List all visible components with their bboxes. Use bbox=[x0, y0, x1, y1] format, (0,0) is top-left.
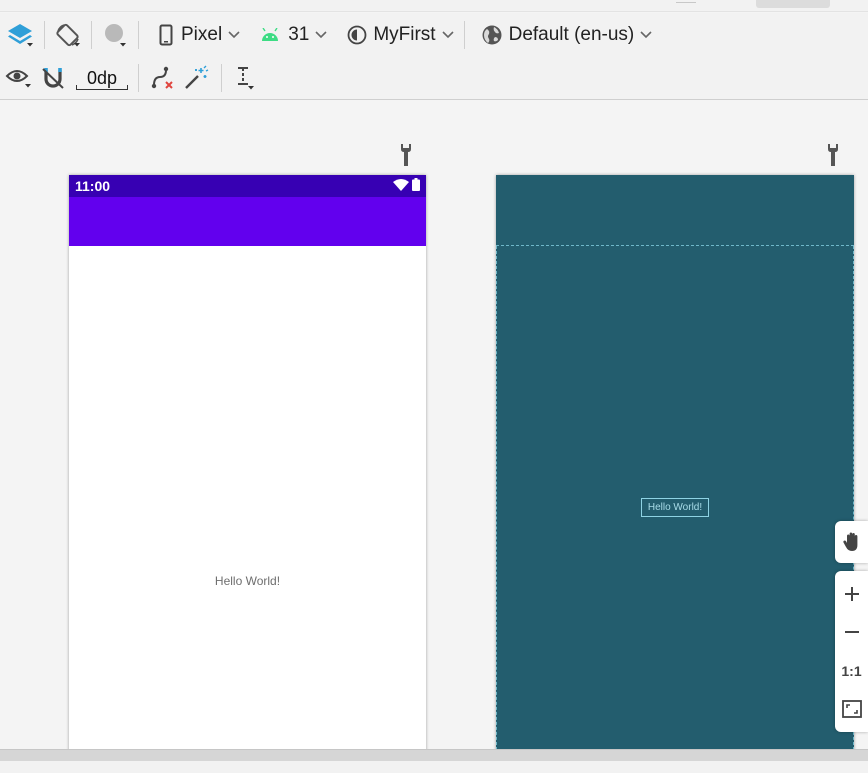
design-surface-button[interactable] bbox=[2, 19, 38, 51]
clear-constraints-icon bbox=[151, 66, 173, 89]
chevron-down-icon bbox=[442, 31, 454, 39]
toolbar-separator bbox=[44, 21, 45, 49]
api-level-selector[interactable]: 31 bbox=[246, 19, 333, 51]
plus-icon bbox=[844, 587, 859, 602]
toolbar-separator bbox=[221, 64, 222, 92]
eye-icon bbox=[5, 70, 31, 88]
status-bar: 11:00 bbox=[69, 175, 426, 197]
chevron-down-icon bbox=[640, 31, 652, 39]
design-preview[interactable]: 11:00 Hello World! bbox=[69, 175, 426, 761]
zoom-to-fit-button[interactable] bbox=[835, 691, 868, 727]
guidelines-button[interactable] bbox=[228, 62, 262, 94]
locale-label: Default (en-us) bbox=[508, 24, 635, 45]
hello-world-text[interactable]: Hello World! bbox=[69, 574, 426, 588]
default-margins-button[interactable]: 0dp bbox=[74, 62, 130, 94]
zoom-in-button[interactable] bbox=[835, 576, 868, 612]
status-icons bbox=[393, 178, 420, 191]
hand-icon bbox=[842, 532, 857, 551]
window-top-strip bbox=[0, 0, 868, 12]
battery-icon bbox=[412, 178, 420, 191]
top-strip-divider bbox=[676, 0, 696, 3]
night-mode-icon bbox=[105, 24, 126, 47]
blueprint-preview[interactable]: Hello World! bbox=[496, 175, 854, 761]
theme-label: MyFirst bbox=[373, 24, 436, 45]
blueprint-hello-world-text[interactable]: Hello World! bbox=[641, 498, 709, 517]
blueprint-app-bar bbox=[496, 175, 854, 246]
chevron-down-icon bbox=[228, 31, 240, 39]
clear-constraints-button[interactable] bbox=[145, 62, 179, 94]
fit-screen-icon bbox=[841, 699, 862, 718]
locale-selector[interactable]: Default (en-us) bbox=[471, 19, 659, 51]
autoconnect-toggle[interactable] bbox=[36, 62, 70, 94]
wrench-icon[interactable] bbox=[398, 143, 414, 167]
toolbar-separator bbox=[138, 64, 139, 92]
design-canvas[interactable]: 11:00 Hello World! Hello World! 1:1 bbox=[0, 101, 868, 761]
device-label: Pixel bbox=[181, 24, 223, 45]
phone-icon bbox=[159, 24, 173, 46]
constraint-toolbar: 0dp bbox=[0, 57, 868, 100]
orientation-button[interactable] bbox=[51, 19, 85, 51]
infer-constraints-button[interactable] bbox=[179, 62, 213, 94]
margin-bracket bbox=[76, 85, 128, 90]
view-options-button[interactable] bbox=[2, 62, 36, 94]
theme-selector[interactable]: MyFirst bbox=[333, 19, 459, 51]
status-time: 11:00 bbox=[75, 178, 111, 194]
toolbar-separator bbox=[138, 21, 139, 49]
night-mode-button[interactable] bbox=[98, 19, 132, 51]
layers-icon bbox=[8, 24, 33, 47]
app-bar bbox=[69, 197, 426, 246]
magnet-off-icon bbox=[42, 68, 64, 89]
layout-editor-toolbar: Pixel 31 MyFirst Default (en-us) bbox=[0, 13, 868, 57]
android-icon bbox=[262, 28, 279, 41]
theme-icon bbox=[347, 25, 367, 45]
pan-button[interactable] bbox=[835, 521, 868, 563]
wifi-icon bbox=[393, 178, 409, 191]
device-selector[interactable]: Pixel bbox=[145, 19, 246, 51]
magic-wand-icon bbox=[185, 65, 209, 89]
bottom-strip bbox=[0, 761, 868, 773]
rotate-device-icon bbox=[56, 23, 80, 47]
api-level-label: 31 bbox=[288, 24, 310, 45]
zoom-actual-size-button[interactable]: 1:1 bbox=[835, 653, 868, 689]
zoom-out-button[interactable] bbox=[835, 614, 868, 650]
wrench-icon[interactable] bbox=[825, 143, 841, 167]
top-strip-tab[interactable] bbox=[756, 0, 830, 8]
horizontal-scrollbar[interactable] bbox=[0, 749, 868, 761]
globe-icon bbox=[482, 25, 502, 45]
guidelines-icon bbox=[238, 67, 254, 90]
minus-icon bbox=[844, 631, 859, 634]
chevron-down-icon bbox=[315, 31, 327, 39]
zoom-controls: 1:1 bbox=[835, 571, 868, 732]
toolbar-separator bbox=[463, 21, 465, 49]
toolbar-separator bbox=[91, 21, 92, 49]
